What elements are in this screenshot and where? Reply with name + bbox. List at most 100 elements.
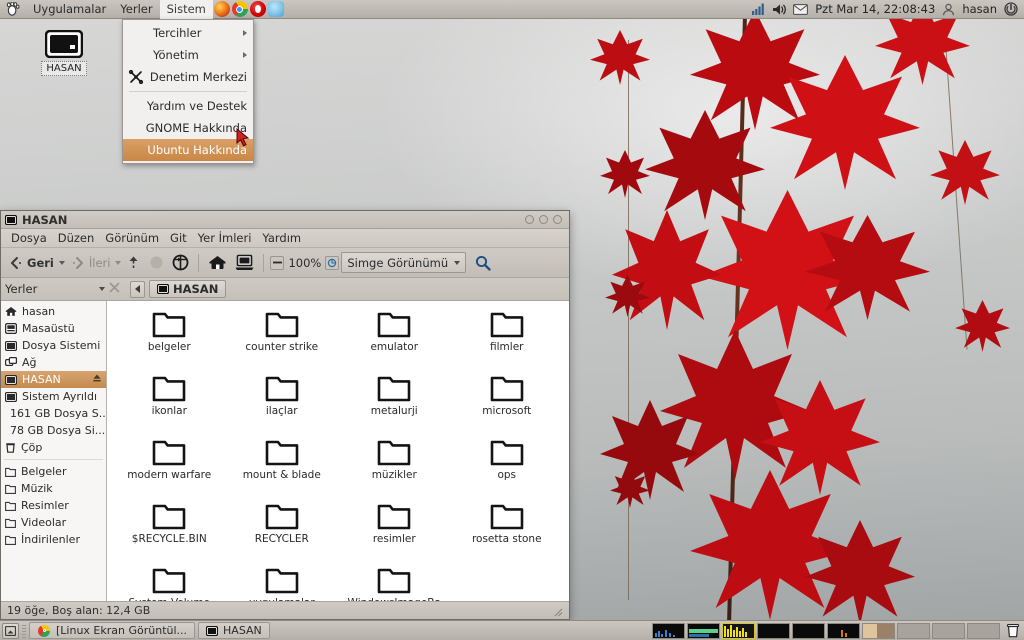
folder-item[interactable]: ikonlar [113, 375, 226, 439]
folder-item[interactable]: ilaçlar [226, 375, 339, 439]
menu-gorunum[interactable]: Görünüm [100, 229, 164, 247]
breadcrumb-hasan[interactable]: HASAN [149, 280, 227, 298]
eject-icon[interactable] [92, 373, 102, 386]
sidebar-item-161gb[interactable]: 161 GB Dosya S... [1, 405, 106, 422]
folder-item[interactable]: metalurji [338, 375, 451, 439]
sidebar-item-78gb[interactable]: 78 GB Dosya Si... [1, 422, 106, 439]
folder-item[interactable]: mount & blade [226, 439, 339, 503]
folder-item[interactable]: belgeler [113, 311, 226, 375]
show-desktop-icon[interactable] [2, 622, 19, 639]
up-button[interactable] [123, 252, 144, 273]
workspace-9[interactable] [932, 622, 965, 639]
forward-button[interactable]: İleri [67, 254, 114, 272]
menu-git[interactable]: Git [165, 229, 192, 247]
menu-dosya[interactable]: Dosya [6, 229, 52, 247]
trash-icon[interactable] [1006, 623, 1020, 638]
folder-item[interactable]: filmler [451, 311, 564, 375]
stop-button[interactable] [146, 253, 167, 272]
menu-duzen[interactable]: Düzen [53, 229, 100, 247]
folder-item[interactable]: counter strike [226, 311, 339, 375]
view-mode-select[interactable]: Simge Görünümü [341, 252, 467, 273]
workspace-4[interactable] [757, 622, 790, 639]
sidebar-item-hasan-drive[interactable]: HASAN [1, 371, 106, 388]
workspace-2[interactable] [687, 622, 720, 639]
menu-item-tercihler[interactable]: Tercihler [123, 22, 253, 44]
menu-item-ubuntu-hakkinda[interactable]: Ubuntu Hakkında [123, 139, 253, 161]
resize-grip[interactable] [551, 605, 563, 617]
panel-menu-yerler[interactable]: Yerler [113, 0, 159, 19]
folder-item[interactable]: uygulamalar [226, 567, 339, 601]
wallpaper-leaf [600, 150, 650, 198]
panel-user-name[interactable]: hasan [962, 2, 997, 16]
envelope-mail-icon[interactable] [793, 3, 809, 15]
workspace-10[interactable] [967, 622, 1000, 639]
panel-handle[interactable] [22, 623, 26, 638]
minimize-button[interactable] [525, 215, 534, 224]
network-signal-icon[interactable] [752, 3, 765, 15]
folder-item[interactable]: microsoft [451, 375, 564, 439]
maximize-button[interactable] [539, 215, 548, 224]
close-button[interactable] [553, 215, 562, 224]
menu-item-yonetim[interactable]: Yönetim [123, 44, 253, 66]
folder-item[interactable]: resimler [338, 503, 451, 567]
computer-button[interactable] [232, 252, 257, 273]
sidebar-item-masaustu[interactable]: Masaüstü [1, 320, 106, 337]
sidebar-item-resimler[interactable]: Resimler [1, 497, 106, 514]
zoom-out-icon[interactable] [270, 255, 285, 270]
sidebar-item-belgeler[interactable]: Belgeler [1, 463, 106, 480]
workspace-5[interactable] [792, 622, 825, 639]
user-avatar-icon[interactable] [942, 3, 955, 16]
sidebar-item-cop[interactable]: Çöp [1, 439, 106, 456]
folder-item[interactable]: WindowsImageBackup [338, 567, 451, 601]
sidebar-item-hasan[interactable]: hasan [1, 303, 106, 320]
sidebar-item-muzik[interactable]: Müzik [1, 480, 106, 497]
sidebar-item-indirilenler[interactable]: İndirilenler [1, 531, 106, 548]
panel-menu-sistem[interactable]: Sistem [159, 0, 213, 19]
menu-item-yardim-ve-destek[interactable]: Yardım ve Destek [123, 95, 253, 117]
sidebar-item-ag[interactable]: Ağ [1, 354, 106, 371]
home-button[interactable] [205, 252, 230, 273]
folder-item[interactable]: ops [451, 439, 564, 503]
reload-button[interactable] [169, 252, 192, 273]
power-button-icon[interactable] [1004, 2, 1018, 16]
workspace-1[interactable] [652, 622, 685, 639]
window-title-bar[interactable]: HASAN [1, 211, 569, 229]
firefox-launcher-icon[interactable] [213, 1, 230, 17]
folder-item[interactable]: rosetta stone [451, 503, 564, 567]
folder-item[interactable]: $RECYCLE.BIN [113, 503, 226, 567]
back-dropdown-caret[interactable] [58, 260, 65, 265]
sidebar-mode-select[interactable]: Yerler [5, 282, 105, 296]
sidebar-item-sistem-ayrildi[interactable]: Sistem Ayrıldı [1, 388, 106, 405]
workspace-6[interactable] [827, 622, 860, 639]
back-button[interactable]: Geri [5, 254, 57, 272]
sidebar-item-dosya-sistemi[interactable]: Dosya Sistemi [1, 337, 106, 354]
zoom-reset-icon[interactable] [325, 255, 340, 270]
forward-dropdown-caret[interactable] [115, 260, 122, 265]
close-sidebar-icon[interactable] [109, 282, 120, 296]
folder-item[interactable]: System Volume Information [113, 567, 226, 601]
folder-item[interactable]: RECYCLER [226, 503, 339, 567]
sidebar-item-videolar[interactable]: Videolar [1, 514, 106, 531]
chrome-launcher-icon[interactable] [231, 1, 248, 17]
folder-item[interactable]: emulator [338, 311, 451, 375]
volume-speaker-icon[interactable] [772, 3, 787, 16]
breadcrumb-left-arrow[interactable] [130, 280, 145, 298]
workspace-3-active[interactable] [722, 622, 755, 639]
taskbar-item-hasan[interactable]: HASAN [198, 622, 270, 639]
search-button[interactable] [472, 253, 494, 273]
folder-item[interactable]: müzikler [338, 439, 451, 503]
panel-clock[interactable]: Pzt Mar 14, 22:08:43 [815, 2, 935, 16]
menu-item-denetim-merkezi[interactable]: Denetim Merkezi [123, 66, 253, 88]
workspace-7[interactable] [862, 622, 895, 639]
menu-yer-imleri[interactable]: Yer İmleri [193, 229, 257, 247]
workspace-8[interactable] [897, 622, 930, 639]
blue-app-launcher-icon[interactable] [267, 1, 284, 17]
folder-item[interactable]: modern warfare [113, 439, 226, 503]
taskbar-item-chrome[interactable]: [Linux Ekran Görüntül... [29, 622, 196, 639]
ubuntu-footprint-icon[interactable] [0, 1, 26, 17]
menu-yardim[interactable]: Yardım [257, 229, 306, 247]
desktop-icon-hasan[interactable]: HASAN [33, 30, 95, 76]
menu-item-gnome-hakkinda[interactable]: GNOME Hakkında [123, 117, 253, 139]
panel-menu-uygulamalar[interactable]: Uygulamalar [26, 0, 113, 19]
opera-launcher-icon[interactable] [249, 1, 266, 17]
